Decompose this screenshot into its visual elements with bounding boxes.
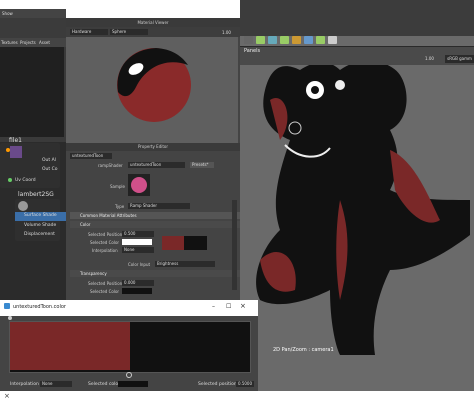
sample-swatch (128, 174, 150, 196)
camera-label: 2D Pan/Zoom : camera1 (273, 347, 334, 353)
hypershade-toolbar (0, 18, 66, 38)
section-transparency[interactable]: Transparency (70, 270, 240, 277)
t-selected-color-swatch[interactable] (122, 288, 152, 294)
ramp-handle-bottom[interactable] (126, 372, 132, 378)
tab-textures[interactable]: Textures (1, 40, 18, 45)
app-icon (4, 303, 10, 309)
selected-position-label: Selected position (198, 382, 237, 387)
type-label: rampShader (98, 163, 123, 168)
icon-button-6[interactable] (304, 36, 313, 44)
tab-projects[interactable]: Projects (20, 40, 36, 45)
node-name-tab[interactable]: untexturedToon (70, 153, 112, 159)
t-selected-position-label: Selected Position (88, 281, 123, 286)
material-preview (66, 37, 238, 143)
hypershade-tab-show[interactable]: Show (0, 9, 68, 18)
selected-position-label: Selected Position (88, 232, 123, 237)
window-chrome (66, 0, 240, 18)
icon-button-8[interactable] (328, 36, 337, 44)
icon-button-2[interactable] (256, 36, 265, 44)
shading-group-icon (18, 201, 28, 211)
port-dot[interactable] (8, 178, 12, 182)
bottom-window-chrome: × (0, 391, 474, 403)
icon-button-7[interactable] (316, 36, 325, 44)
sphere-preview (117, 48, 191, 122)
renderer-select[interactable]: Hardware (70, 29, 108, 35)
port-uv-coord[interactable]: Uv Coord (15, 178, 36, 183)
interpolation-select[interactable]: None (122, 247, 154, 253)
node2-label: lambert2SG (18, 191, 54, 198)
interpolation-select[interactable]: None (40, 381, 72, 387)
port-displacement[interactable]: Displacement (24, 232, 55, 237)
selected-position-field[interactable]: 0.500 (122, 231, 154, 237)
port-out-alpha[interactable]: Out Al (42, 158, 56, 163)
hypershade-tabs: Textures Projects Asset (0, 38, 66, 47)
ramp-editor-titlebar: untexturedToon.color – ☐ × (0, 300, 258, 316)
color-ramp-preview[interactable] (162, 236, 207, 250)
window-chrome (0, 0, 66, 9)
property-editor-title: Property Editor (66, 143, 240, 151)
ramp-handle-top[interactable] (8, 316, 12, 320)
selected-color-label: Selected Color (90, 240, 120, 245)
hypershade-browser[interactable] (0, 47, 64, 137)
icon-button-1[interactable] (244, 36, 253, 44)
section-color[interactable]: Color (70, 221, 240, 228)
selected-colour-swatch[interactable] (118, 381, 148, 387)
section-common-attributes[interactable]: Common Material Attributes (70, 212, 240, 219)
icon-button-5[interactable] (292, 36, 301, 44)
shader-type-select[interactable]: Ramp Shader (128, 203, 190, 209)
sample-label: Sample (110, 184, 125, 189)
viewport-toolbar (240, 0, 474, 36)
ramp-editor-title: untexturedToon.color (13, 304, 66, 310)
port-volume-shader[interactable]: Volume Shade (24, 223, 56, 228)
port-out-color[interactable]: Out Co (42, 167, 57, 172)
material-zoom[interactable]: 1.00 (222, 30, 231, 35)
panels-menu[interactable]: Panels (244, 48, 260, 54)
viewport-panel-bar (240, 46, 474, 65)
t-selected-color-label: Selected Color (90, 289, 120, 294)
t-selected-position-field[interactable]: 0.000 (122, 280, 154, 286)
selected-position-field[interactable]: 0.5000 (236, 381, 254, 387)
port-dot[interactable] (6, 148, 10, 152)
minimize-icon[interactable]: – (212, 303, 215, 310)
icon-button-3[interactable] (268, 36, 277, 44)
maximize-icon[interactable]: ☐ (226, 303, 231, 310)
interpolation-label: Interpolation (92, 248, 118, 253)
presets-button[interactable]: Presets* (190, 162, 214, 168)
node-name-field[interactable]: untexturedToon (128, 162, 185, 168)
shader-type-label: Type (115, 204, 125, 209)
interpolation-label: Interpolation (10, 382, 39, 387)
shape-select[interactable]: Sphere (110, 29, 148, 35)
material-viewer-title: Material Viewer (66, 18, 240, 27)
close-icon[interactable]: × (4, 392, 10, 400)
color-input-label: Color Input (128, 262, 151, 267)
texture-swatch (10, 146, 22, 158)
property-editor-scrollbar[interactable] (232, 200, 237, 290)
tab-assets[interactable]: Asset (39, 40, 50, 45)
icon-button-4[interactable] (280, 36, 289, 44)
ramp-red-segment (10, 322, 130, 370)
color-space-select[interactable]: sRGB gamm (445, 55, 474, 63)
port-surface-shader[interactable]: Surface Shade (15, 212, 66, 221)
color-input-select[interactable]: Brightness (155, 261, 215, 267)
selected-color-swatch[interactable] (122, 239, 152, 245)
close-icon[interactable]: × (240, 302, 246, 310)
viewport-zoom[interactable]: 1.00 (425, 56, 434, 61)
